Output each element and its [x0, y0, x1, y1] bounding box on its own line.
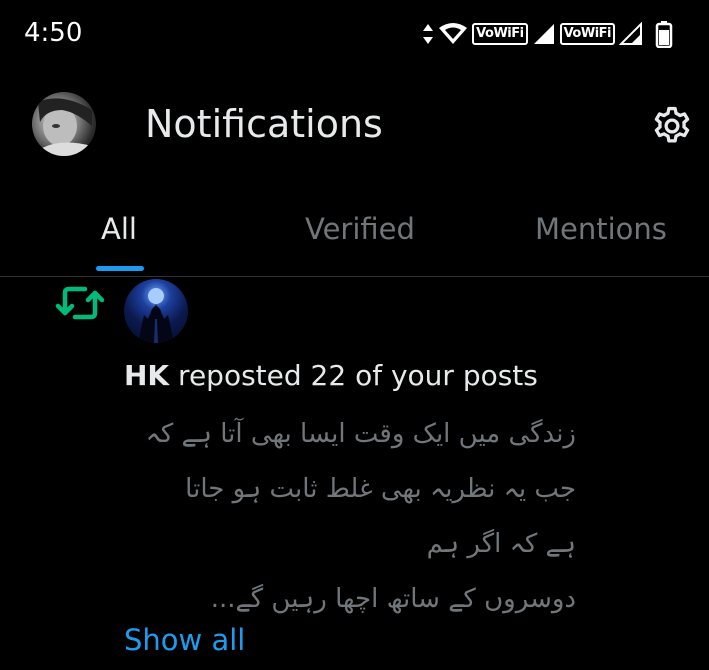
page-title: Notifications: [145, 102, 383, 146]
status-bar: 4:50 VoWiFi VoWiFi: [0, 0, 709, 72]
post-preview: زندگی میں ایک وقت ایسا بھی آتا ہے کہ جب …: [124, 407, 576, 627]
vowifi-badge-2: VoWiFi: [559, 23, 615, 45]
avatar-image: [32, 98, 96, 156]
notification-text: HK reposted 22 of your posts: [124, 359, 538, 392]
hk-avatar[interactable]: [124, 279, 188, 343]
tab-all[interactable]: All: [101, 212, 137, 246]
signal-icon: [533, 24, 554, 44]
tab-mentions[interactable]: Mentions: [535, 212, 667, 246]
settings-gear-icon[interactable]: [650, 104, 694, 148]
tab-verified[interactable]: Verified: [305, 212, 415, 246]
profile-avatar[interactable]: [32, 92, 96, 156]
vowifi-badge: VoWiFi: [472, 23, 528, 45]
hk-avatar-image: [138, 288, 174, 343]
notification-action: reposted 22 of your posts: [169, 359, 538, 392]
post-line: ہے کہ اگر ہم: [426, 529, 576, 559]
post-line: دوسروں کے ساتھ اچھا رہیں گے...: [210, 584, 576, 614]
active-tab-indicator: [96, 266, 144, 271]
status-icons: VoWiFi VoWiFi: [422, 20, 673, 48]
app-header: Notifications: [0, 72, 709, 184]
show-all-link[interactable]: Show all: [124, 623, 245, 657]
signal-icon-2: [619, 22, 642, 45]
repost-icon: [55, 286, 105, 320]
post-line: جب یہ نظریہ بھی غلط ثابت ہو جاتا: [185, 474, 576, 504]
battery-icon: [655, 21, 673, 48]
notification-user[interactable]: HK: [124, 359, 169, 392]
wifi-icon: [439, 23, 468, 44]
notification-tabs: All Verified Mentions: [0, 184, 709, 277]
notification-item[interactable]: HK reposted 22 of your posts زندگی میں ا…: [0, 277, 709, 670]
data-arrows-icon: [423, 24, 434, 44]
post-line: زندگی میں ایک وقت ایسا بھی آتا ہے کہ: [145, 419, 576, 449]
status-time: 4:50: [24, 18, 83, 48]
